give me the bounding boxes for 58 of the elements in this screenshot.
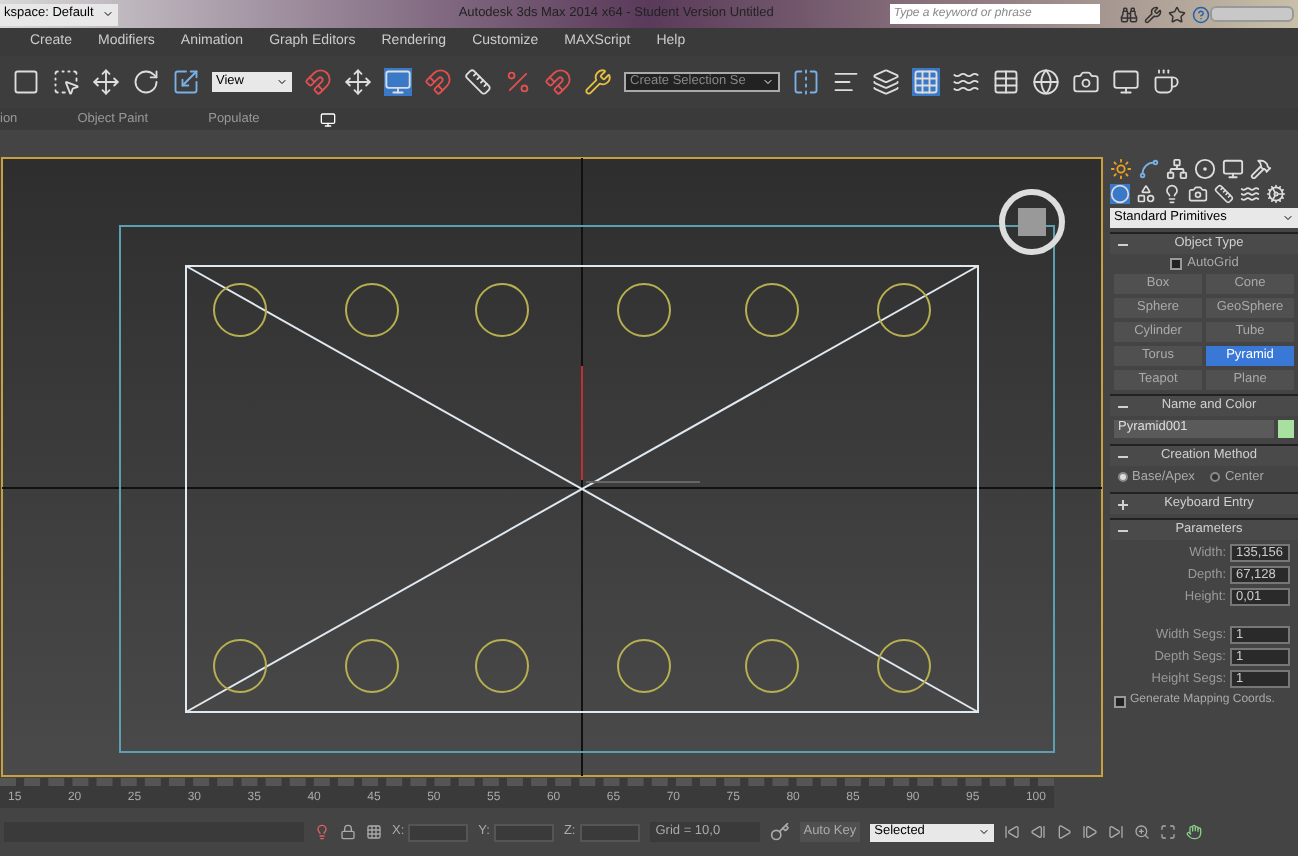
align-icon[interactable] [832,68,860,96]
key-icon[interactable] [769,822,790,842]
expand-icon[interactable] [1118,499,1128,509]
move-icon[interactable] [92,68,120,96]
wrench-icon[interactable] [1143,5,1162,23]
display-icon[interactable] [384,68,412,96]
checkbox[interactable] [1114,695,1126,707]
spinner-snap-icon[interactable] [544,68,572,96]
scale-icon[interactable] [172,68,200,96]
star-icon[interactable] [1167,5,1186,23]
next-frame-icon[interactable] [1082,824,1099,840]
coordinate-field[interactable] [579,823,640,841]
motion-tab-icon[interactable] [1194,158,1216,180]
caret-icon [102,8,115,20]
hierarchy-tab-icon[interactable] [1166,158,1188,180]
grid-icon[interactable] [366,824,382,840]
caret-icon [762,76,774,88]
maximize-icon[interactable] [1160,824,1177,840]
coordinate-field[interactable] [493,823,554,841]
lock-icon[interactable] [340,824,356,840]
shapes-icon[interactable] [1136,184,1156,204]
go-to-start-icon[interactable] [1004,824,1021,840]
select-icon[interactable] [12,68,40,96]
magnet-icon[interactable] [304,68,332,96]
mirror-icon[interactable] [792,68,820,96]
pan-icon[interactable] [1186,824,1203,840]
caret-icon [1282,212,1294,224]
play-icon[interactable] [1056,824,1073,840]
go-to-end-icon[interactable] [1108,824,1125,840]
caret-icon [276,76,288,88]
rotate-icon[interactable] [132,68,160,96]
display-tab-icon[interactable] [1222,158,1244,180]
ribbon-icon[interactable] [912,68,940,96]
camera-icon[interactable] [1188,184,1208,204]
viewport-drawing[interactable] [0,156,1106,778]
waves-icon[interactable] [1240,184,1260,204]
create-tab-icon[interactable] [1110,158,1132,180]
gear-icon[interactable] [1266,184,1286,204]
utilities-tab-icon[interactable] [1250,158,1272,180]
color-swatch[interactable] [1278,419,1294,437]
modify-tab-icon[interactable] [1138,158,1160,180]
snap-icon[interactable] [424,68,452,96]
ruler-icon[interactable] [1214,184,1234,204]
ribbon-options-icon[interactable] [319,111,336,127]
geometry-icon[interactable] [1110,184,1130,204]
checkbox[interactable] [1169,258,1182,270]
layers-icon[interactable] [872,68,900,96]
caret-icon [978,826,991,838]
binoculars-icon[interactable] [1119,5,1138,23]
lightbulb-icon[interactable] [1162,184,1182,204]
select-region-icon[interactable] [52,68,80,96]
radio-button[interactable] [1118,472,1128,482]
coordinate-field[interactable] [408,823,469,841]
help-icon[interactable] [1191,5,1210,23]
radio-button[interactable] [1210,472,1221,482]
previous-frame-icon[interactable] [1030,824,1047,840]
percent-snap-icon[interactable] [504,68,532,96]
zoom-icon[interactable] [1134,824,1151,840]
